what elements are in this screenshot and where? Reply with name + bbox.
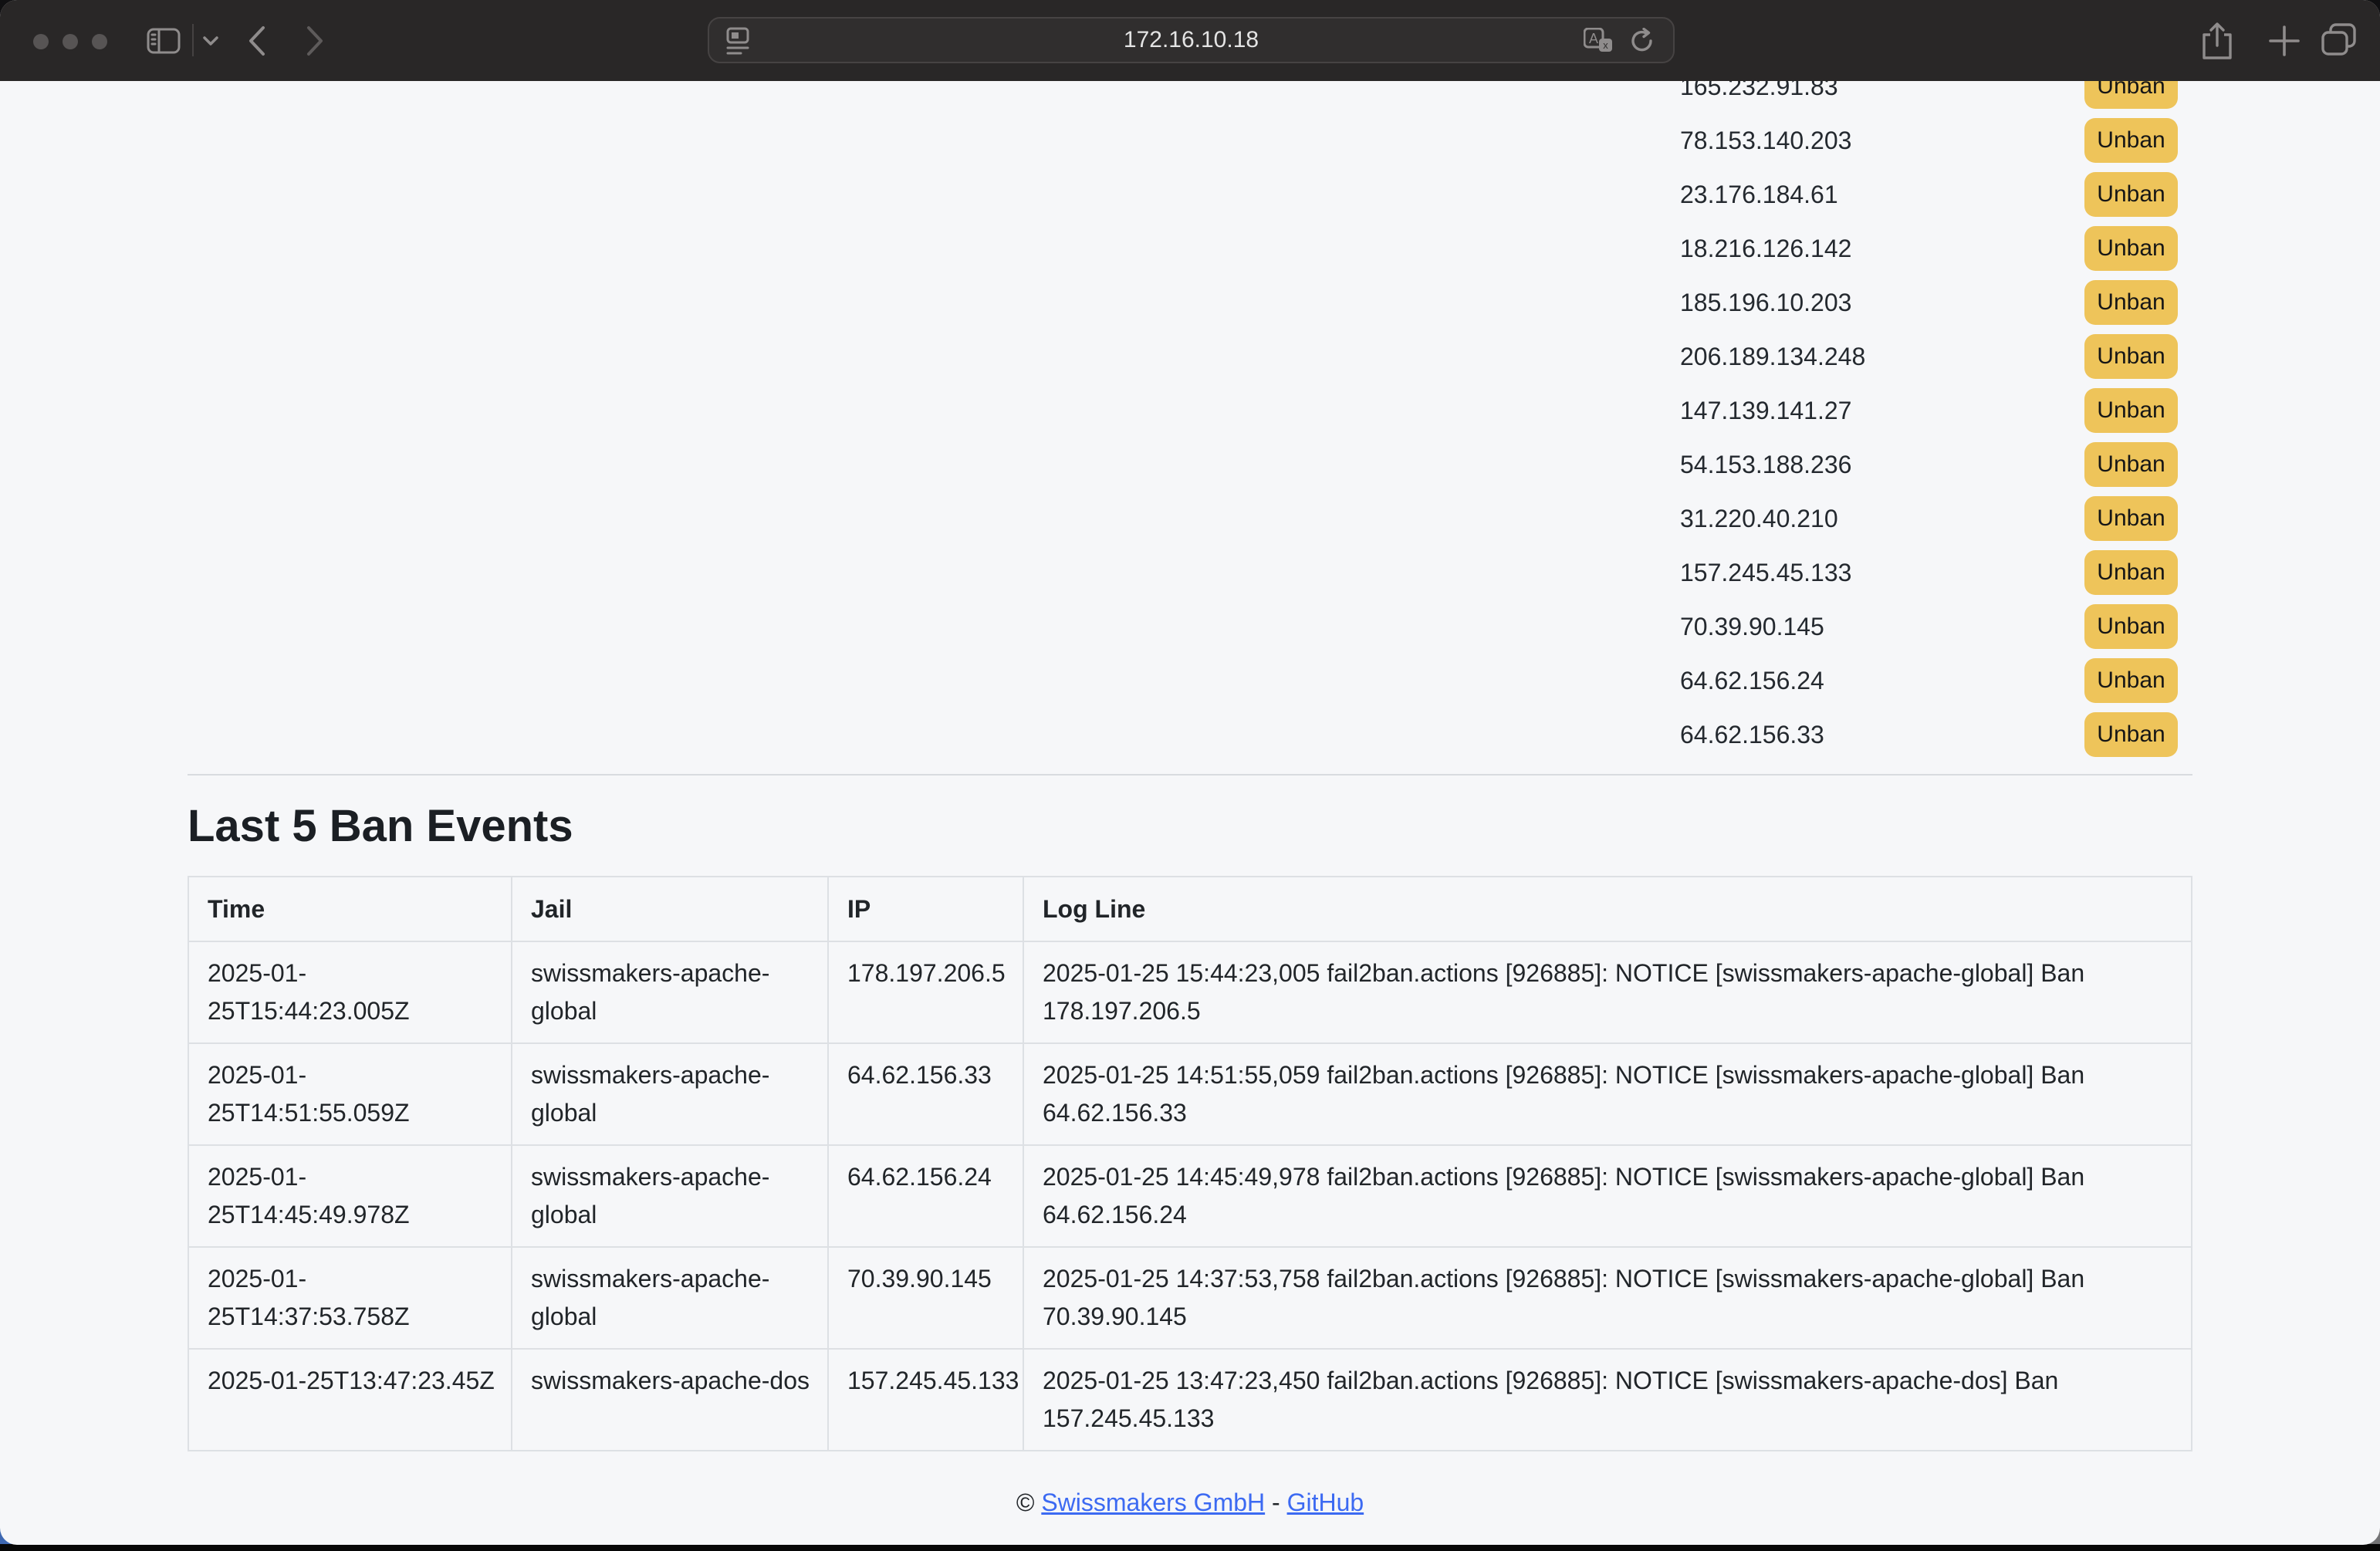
event-log: 2025-01-25 14:51:55,059 fail2ban.actions… [1023, 1043, 2192, 1145]
banned-ip: 64.62.156.24 [1680, 667, 1824, 695]
reload-icon[interactable] [1630, 28, 1655, 54]
ban-events-table: Time Jail IP Log Line 2025-01-25T15:44:2… [188, 876, 2192, 1451]
github-link[interactable]: GitHub [1287, 1488, 1364, 1516]
banned-ip-list: 165.232.91.83 Unban 78.153.140.203 Unban… [188, 59, 2192, 762]
address-bar[interactable]: 172.16.10.18 A x [708, 17, 1675, 63]
event-time: 2025-01-25T13:47:23.45Z [188, 1349, 512, 1451]
back-icon[interactable] [248, 25, 266, 56]
tabs-overview-icon[interactable] [2321, 23, 2360, 58]
table-row: 2025-01-25T14:37:53.758Z swissmakers-apa… [188, 1247, 2192, 1349]
event-ip: 64.62.156.24 [828, 1145, 1023, 1247]
banned-ip: 23.176.184.61 [1680, 181, 1838, 209]
event-time: 2025-01-25T14:37:53.758Z [188, 1247, 512, 1349]
traffic-light-zoom-button[interactable] [92, 34, 107, 49]
traffic-light-close-button[interactable] [33, 34, 49, 49]
table-row: 2025-01-25T14:51:55.059Z swissmakers-apa… [188, 1043, 2192, 1145]
unban-button[interactable]: Unban [2084, 388, 2178, 433]
banned-ip-row: 206.189.134.248 Unban [188, 329, 2192, 384]
browser-window: 172.16.10.18 A x [0, 0, 2380, 1545]
toolbar-separator [192, 24, 194, 56]
event-time: 2025-01-25T15:44:23.005Z [188, 941, 512, 1043]
event-log: 2025-01-25 13:47:23,450 fail2ban.actions… [1023, 1349, 2192, 1451]
banned-ip: 18.216.126.142 [1680, 235, 1851, 263]
events-section-title: Last 5 Ban Events [188, 800, 2192, 853]
column-header-ip: IP [828, 877, 1023, 941]
section-divider [188, 774, 2192, 776]
unban-button[interactable]: Unban [2084, 334, 2178, 379]
banned-ip: 157.245.45.133 [1680, 559, 1851, 587]
unban-button[interactable]: Unban [2084, 604, 2178, 649]
banned-ip: 78.153.140.203 [1680, 127, 1851, 155]
footer-separator: - [1272, 1488, 1280, 1516]
table-header-row: Time Jail IP Log Line [188, 877, 2192, 941]
event-jail: swissmakers-apache-global [512, 1043, 828, 1145]
event-log: 2025-01-25 14:37:53,758 fail2ban.actions… [1023, 1247, 2192, 1349]
share-icon[interactable] [2200, 22, 2234, 60]
translate-icon[interactable]: A x [1584, 28, 1613, 54]
table-row: 2025-01-25T14:45:49.978Z swissmakers-apa… [188, 1145, 2192, 1247]
svg-text:A: A [1589, 31, 1598, 46]
column-header-time: Time [188, 877, 512, 941]
page-footer: © Swissmakers GmbH - GitHub [188, 1488, 2192, 1517]
event-jail: swissmakers-apache-dos [512, 1349, 828, 1451]
fail2ban-page: 165.232.91.83 Unban 78.153.140.203 Unban… [0, 0, 2380, 1517]
unban-button[interactable]: Unban [2084, 226, 2178, 271]
unban-button[interactable]: Unban [2084, 550, 2178, 595]
banned-ip: 147.139.141.27 [1680, 397, 1851, 425]
banned-ip-row: 70.39.90.145 Unban [188, 600, 2192, 654]
unban-button[interactable]: Unban [2084, 118, 2178, 163]
chevron-down-icon[interactable] [203, 36, 218, 46]
table-row: 2025-01-25T13:47:23.45Z swissmakers-apac… [188, 1349, 2192, 1451]
event-ip: 178.197.206.5 [828, 941, 1023, 1043]
unban-button[interactable]: Unban [2084, 712, 2178, 757]
banned-ip-row: 23.176.184.61 Unban [188, 167, 2192, 221]
banned-ip: 206.189.134.248 [1680, 343, 1865, 371]
unban-button[interactable]: Unban [2084, 658, 2178, 703]
banned-ip-row: 157.245.45.133 Unban [188, 546, 2192, 600]
banned-ip: 54.153.188.236 [1680, 451, 1851, 479]
column-header-logline: Log Line [1023, 877, 2192, 941]
desktop-bottom-edge [0, 1544, 2380, 1551]
company-link[interactable]: Swissmakers GmbH [1041, 1488, 1265, 1516]
banned-ip: 70.39.90.145 [1680, 613, 1824, 641]
event-time: 2025-01-25T14:51:55.059Z [188, 1043, 512, 1145]
event-log: 2025-01-25 15:44:23,005 fail2ban.actions… [1023, 941, 2192, 1043]
banned-ip-row: 185.196.10.203 Unban [188, 275, 2192, 329]
new-tab-icon[interactable] [2267, 24, 2301, 58]
unban-button[interactable]: Unban [2084, 442, 2178, 487]
event-jail: swissmakers-apache-global [512, 1145, 828, 1247]
event-ip: 157.245.45.133 [828, 1349, 1023, 1451]
banned-ip-row: 64.62.156.33 Unban [188, 708, 2192, 762]
traffic-light-minimize-button[interactable] [63, 34, 78, 49]
banned-ip: 185.196.10.203 [1680, 289, 1851, 317]
banned-ip-row: 31.220.40.210 Unban [188, 492, 2192, 546]
event-log: 2025-01-25 14:45:49,978 fail2ban.actions… [1023, 1145, 2192, 1247]
sidebar-icon[interactable] [147, 28, 181, 54]
event-time: 2025-01-25T14:45:49.978Z [188, 1145, 512, 1247]
url-text[interactable]: 172.16.10.18 [709, 19, 1673, 62]
event-jail: swissmakers-apache-global [512, 1247, 828, 1349]
svg-text:x: x [1603, 39, 1608, 51]
banned-ip: 64.62.156.33 [1680, 721, 1824, 749]
event-ip: 70.39.90.145 [828, 1247, 1023, 1349]
banned-ip-row: 18.216.126.142 Unban [188, 221, 2192, 275]
event-ip: 64.62.156.33 [828, 1043, 1023, 1145]
banned-ip-row: 54.153.188.236 Unban [188, 438, 2192, 492]
banned-ip-row: 147.139.141.27 Unban [188, 384, 2192, 438]
unban-button[interactable]: Unban [2084, 172, 2178, 217]
browser-toolbar: 172.16.10.18 A x [0, 0, 2380, 81]
forward-icon[interactable] [306, 25, 324, 56]
banned-ip-row: 78.153.140.203 Unban [188, 113, 2192, 167]
event-jail: swissmakers-apache-global [512, 941, 828, 1043]
copyright-symbol: © [1016, 1488, 1035, 1516]
unban-button[interactable]: Unban [2084, 496, 2178, 541]
banned-ip-row: 64.62.156.24 Unban [188, 654, 2192, 708]
unban-button[interactable]: Unban [2084, 280, 2178, 325]
column-header-jail: Jail [512, 877, 828, 941]
table-row: 2025-01-25T15:44:23.005Z swissmakers-apa… [188, 941, 2192, 1043]
banned-ip: 31.220.40.210 [1680, 505, 1838, 533]
